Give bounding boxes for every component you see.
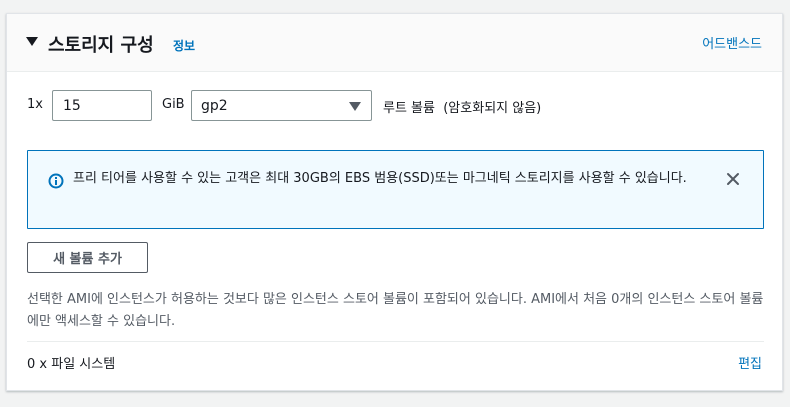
- volume-type-value: gp2: [201, 98, 228, 114]
- edit-file-systems-link[interactable]: 편집: [738, 353, 762, 372]
- add-volume-button[interactable]: 새 볼륨 추가: [27, 242, 148, 273]
- size-unit-label: GiB: [162, 97, 185, 112]
- volume-type-select[interactable]: gp2: [191, 90, 372, 121]
- close-icon[interactable]: [725, 171, 741, 187]
- file-systems-label: 0 x 파일 시스템: [27, 357, 116, 372]
- info-link[interactable]: 정보: [173, 37, 195, 54]
- free-tier-alert: 프리 티어를 사용할 수 있는 고객은 최대 30GB의 EBS 범용(SSD)…: [27, 150, 764, 229]
- info-icon: [48, 173, 64, 189]
- root-volume-label: 루트 볼륨 (암호화되지 않음): [383, 101, 542, 116]
- volume-count-label: 1x: [27, 97, 43, 112]
- instance-store-note: 선택한 AMI에 인스턴스가 허용하는 것보다 많은 인스턴스 스토어 볼륨이 …: [27, 292, 764, 329]
- volume-size-input[interactable]: [52, 90, 152, 121]
- panel-header: 스토리지 구성 정보 어드밴스드: [7, 14, 782, 72]
- advanced-link[interactable]: 어드밴스드: [702, 33, 762, 52]
- collapse-caret-icon[interactable]: [26, 37, 38, 46]
- panel-title: 스토리지 구성: [48, 35, 154, 56]
- alert-message: 프리 티어를 사용할 수 있는 고객은 최대 30GB의 EBS 범용(SSD)…: [73, 171, 687, 186]
- divider: [27, 341, 764, 342]
- chevron-down-icon: [349, 102, 361, 111]
- storage-config-panel: 스토리지 구성 정보 어드밴스드 1x GiB gp2 루트 볼륨 (암호화되지…: [6, 13, 783, 391]
